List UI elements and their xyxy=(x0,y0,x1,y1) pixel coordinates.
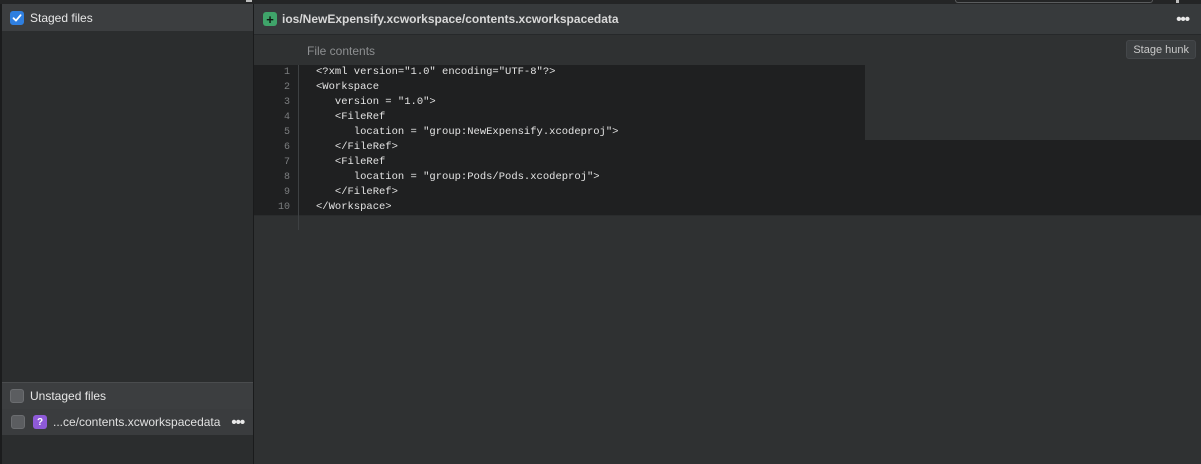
line-number: 2 xyxy=(283,82,290,93)
code-background-extension xyxy=(865,140,1201,215)
line-text: location = "group:NewExpensify.xcodeproj… xyxy=(316,126,619,138)
code-line: 5 location = "group:NewExpensify.xcodepr… xyxy=(254,125,865,140)
line-text: </Workspace> xyxy=(316,201,392,213)
code-view[interactable]: 1 <?xml version="1.0" encoding="UTF-8"?> 2… xyxy=(254,65,865,215)
gutter-divider xyxy=(298,65,299,230)
line-text: <FileRef xyxy=(316,156,386,168)
toolbar-fragment xyxy=(246,0,252,2)
line-text: <?xml version="1.0" encoding="UTF-8"?> xyxy=(316,66,556,78)
diff-file-header: + ios/NewExpensify.xcworkspace/contents.… xyxy=(254,4,1201,35)
line-text: </FileRef> xyxy=(316,186,398,198)
code-line: 3 version = "1.0"> xyxy=(254,95,865,110)
checkmark-icon xyxy=(12,13,22,21)
diff-more-options-icon[interactable]: ••• xyxy=(1176,12,1190,27)
staged-files-label: Staged files xyxy=(30,10,93,25)
line-number: 1 xyxy=(283,67,290,78)
file-sidebar: Staged files Unstaged files ? ...ce/cont… xyxy=(0,4,253,464)
unstaged-files-label: Unstaged files xyxy=(30,389,107,403)
hunk-label: File contents xyxy=(307,44,376,58)
line-text: version = "1.0"> xyxy=(316,96,436,108)
file-more-options-icon[interactable]: ••• xyxy=(231,415,245,430)
line-number: 5 xyxy=(283,127,290,138)
line-number: 10 xyxy=(277,202,290,213)
code-line: 4 <FileRef xyxy=(254,110,865,125)
line-number: 7 xyxy=(283,157,290,168)
diff-file-path: ios/NewExpensify.xcworkspace/contents.xc… xyxy=(282,12,619,26)
search-field-fragment xyxy=(955,0,1153,3)
code-bottom-border xyxy=(254,215,1201,216)
line-number: 3 xyxy=(283,97,290,108)
unstaged-files-header[interactable]: Unstaged files xyxy=(2,382,253,409)
unstaged-file-row[interactable]: ? ...ce/contents.xcworkspacedata ••• xyxy=(2,409,253,435)
untracked-status-icon: ? xyxy=(33,415,47,429)
code-line: 6 </FileRef> xyxy=(254,140,865,155)
line-number: 8 xyxy=(283,172,290,183)
code-line: 1 <?xml version="1.0" encoding="UTF-8"?> xyxy=(254,65,865,80)
hunk-gutter xyxy=(254,36,299,65)
code-line: 10 </Workspace> xyxy=(254,200,865,215)
file-stage-checkbox[interactable] xyxy=(11,415,25,429)
hunk-header: File contents Stage hunk xyxy=(254,36,1201,65)
unstaged-files-checkbox[interactable] xyxy=(10,389,24,403)
stage-hunk-button[interactable]: Stage hunk xyxy=(1126,40,1196,59)
line-number: 9 xyxy=(283,187,290,198)
file-name: ...ce/contents.xcworkspacedata xyxy=(53,415,221,429)
added-file-icon: + xyxy=(263,12,277,26)
diff-panel: + ios/NewExpensify.xcworkspace/contents.… xyxy=(254,4,1201,464)
staged-files-header[interactable]: Staged files xyxy=(2,4,253,31)
line-text: location = "group:Pods/Pods.xcodeproj"> xyxy=(316,171,600,183)
code-line: 8 location = "group:Pods/Pods.xcodeproj"… xyxy=(254,170,865,185)
code-line: 2 <Workspace xyxy=(254,80,865,95)
line-text: <Workspace xyxy=(316,81,380,93)
toolbar-fragment-right xyxy=(1176,0,1179,3)
line-number: 6 xyxy=(283,142,290,153)
staged-files-checkbox[interactable] xyxy=(10,10,24,25)
code-line: 9 </FileRef> xyxy=(254,185,865,200)
line-text: <FileRef xyxy=(316,111,386,123)
code-line: 7 <FileRef xyxy=(254,155,865,170)
line-number: 4 xyxy=(283,112,290,123)
line-text: </FileRef> xyxy=(316,141,398,153)
